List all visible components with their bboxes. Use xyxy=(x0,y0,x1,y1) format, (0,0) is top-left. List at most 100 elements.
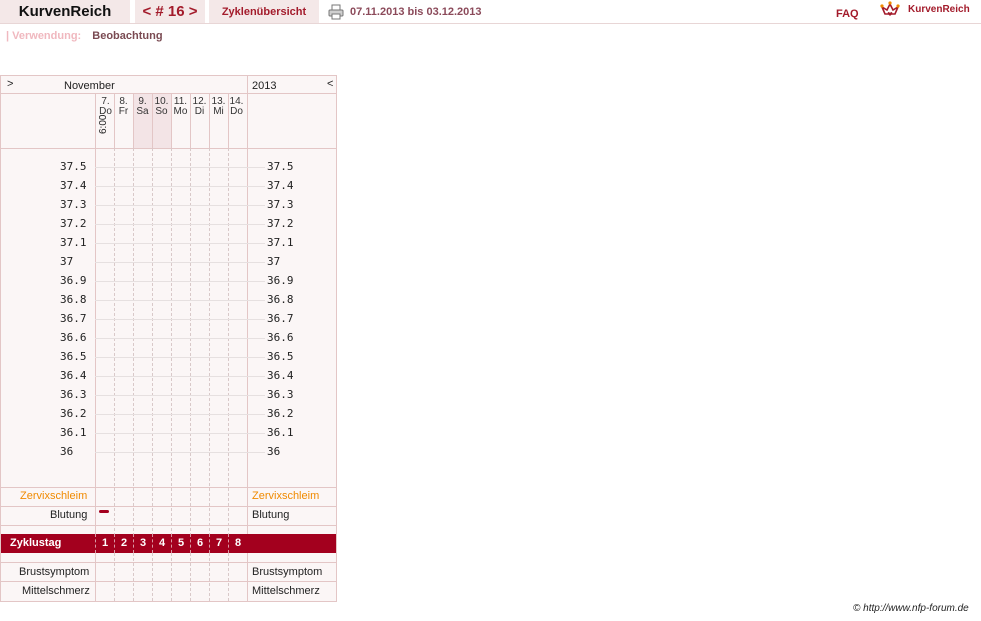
copyright-footer: © http://www.nfp-forum.de xyxy=(853,603,969,614)
day-header-divider xyxy=(171,93,172,148)
temp-label-right: 36.6 xyxy=(267,331,294,344)
temp-label-right: 36 xyxy=(267,445,281,458)
bleeding-label-right: Blutung xyxy=(252,509,290,521)
temp-gridline xyxy=(95,262,247,263)
temp-label-left: 37.3 xyxy=(60,198,87,211)
temp-label-left: 37.1 xyxy=(60,236,87,249)
temp-tick xyxy=(247,338,265,339)
bleeding-label-left: Blutung xyxy=(50,509,88,521)
temp-gridline xyxy=(95,338,247,339)
header-divider xyxy=(1,93,336,94)
temp-label-left: 36.5 xyxy=(60,350,87,363)
midpain-label-right: Mittelschmerz xyxy=(252,585,320,597)
temp-gridline xyxy=(95,357,247,358)
temp-tick xyxy=(247,262,265,263)
cycle-day-number: 1 xyxy=(95,534,114,553)
temp-label-left: 37.2 xyxy=(60,217,87,230)
temp-area-divider xyxy=(1,487,336,488)
prev-month-button[interactable]: > xyxy=(7,78,13,90)
temp-gridline xyxy=(95,319,247,320)
temp-tick xyxy=(247,300,265,301)
cycle-day-number: 7 xyxy=(209,534,228,553)
temp-gridline xyxy=(95,452,247,453)
bleeding-mark[interactable] xyxy=(99,510,109,513)
temp-gridline xyxy=(95,167,247,168)
faq-link[interactable]: FAQ xyxy=(836,8,859,20)
month-label: November xyxy=(64,80,115,92)
measure-time-label: 6:00 xyxy=(98,114,109,134)
temp-label-right: 36.5 xyxy=(267,350,294,363)
cycle-day-number: 6 xyxy=(190,534,209,553)
temp-gridline xyxy=(95,376,247,377)
temp-tick xyxy=(247,357,265,358)
cervix-label-right: Zervixschleim xyxy=(252,490,320,502)
temp-label-right: 37.4 xyxy=(267,179,294,192)
day-label: 9. Sa xyxy=(136,96,149,117)
temp-tick xyxy=(247,433,265,434)
day-header-divider xyxy=(190,93,191,148)
temp-tick xyxy=(247,243,265,244)
day-label: 8. Fr xyxy=(118,96,129,117)
day-header-divider xyxy=(133,93,134,148)
temp-gridline xyxy=(95,300,247,301)
crown-heart-icon[interactable] xyxy=(880,1,900,19)
cycle-overview-tab[interactable]: Zyklenübersicht xyxy=(209,0,319,23)
temp-label-left: 36.6 xyxy=(60,331,87,344)
temp-gridline xyxy=(95,395,247,396)
row-divider xyxy=(1,525,336,526)
cycle-date-range: 07.11.2013 bis 03.12.2013 xyxy=(350,6,482,18)
row-divider xyxy=(1,581,336,582)
temp-label-left: 37 xyxy=(60,255,74,268)
temp-label-right: 36.3 xyxy=(267,388,294,401)
usage-line: | Verwendung: Beobachtung xyxy=(6,30,163,42)
temp-label-left: 36.1 xyxy=(60,426,87,439)
cycle-day-number: 5 xyxy=(171,534,190,553)
cycle-navigation[interactable]: < # 16 > xyxy=(135,0,205,23)
day-label: 12. Di xyxy=(192,96,207,117)
temp-gridline xyxy=(95,243,247,244)
temp-label-left: 36.9 xyxy=(60,274,87,287)
temp-label-left: 37.4 xyxy=(60,179,87,192)
days-divider xyxy=(1,148,336,149)
temp-gridline xyxy=(95,414,247,415)
temp-label-right: 37.2 xyxy=(267,217,294,230)
logo-text[interactable]: KurvenReich xyxy=(908,4,970,15)
day-label: 11. Mo xyxy=(173,96,188,117)
day-label: 13. Mi xyxy=(211,96,226,117)
temp-label-right: 36.2 xyxy=(267,407,294,420)
top-bar: KurvenReich < # 16 > Zyklenübersicht 07.… xyxy=(0,0,981,24)
temp-label-right: 36.7 xyxy=(267,312,294,325)
temp-tick xyxy=(247,395,265,396)
temp-tick xyxy=(247,186,265,187)
breast-label-right: Brustsymptom xyxy=(252,566,323,578)
temp-label-right: 36.9 xyxy=(267,274,294,287)
temp-tick xyxy=(247,205,265,206)
cycle-chart: > November 2013 < 7. Do 8. Fr 9. Sa 10. So 1… xyxy=(0,75,337,602)
day-header-divider xyxy=(114,93,115,148)
temp-tick xyxy=(247,224,265,225)
temp-tick xyxy=(247,376,265,377)
temp-label-left: 36 xyxy=(60,445,74,458)
temp-label-left: 36.7 xyxy=(60,312,87,325)
cycle-day-row: Zyklustag 12345678 xyxy=(1,534,336,553)
cycle-day-number: 8 xyxy=(228,534,247,553)
temp-label-left: 36.4 xyxy=(60,369,87,382)
next-month-button[interactable]: < xyxy=(327,78,333,90)
printer-icon[interactable] xyxy=(328,4,344,20)
day-label: 14. Do xyxy=(229,96,244,117)
temp-tick xyxy=(247,319,265,320)
temp-label-left: 36.2 xyxy=(60,407,87,420)
temp-label-right: 36.4 xyxy=(267,369,294,382)
day-label: 10. So xyxy=(154,96,169,117)
cycle-day-number: 3 xyxy=(133,534,152,553)
usage-value: Beobachtung xyxy=(92,30,163,42)
day-header-divider xyxy=(228,93,229,148)
temp-tick xyxy=(247,414,265,415)
day-header-divider xyxy=(152,93,153,148)
app-title-tab[interactable]: KurvenReich xyxy=(0,0,130,23)
year-label: 2013 xyxy=(252,80,277,92)
cycle-day-label: Zyklustag xyxy=(10,537,62,549)
day-header-divider xyxy=(209,93,210,148)
temp-gridline xyxy=(95,224,247,225)
temp-label-right: 37.1 xyxy=(267,236,294,249)
